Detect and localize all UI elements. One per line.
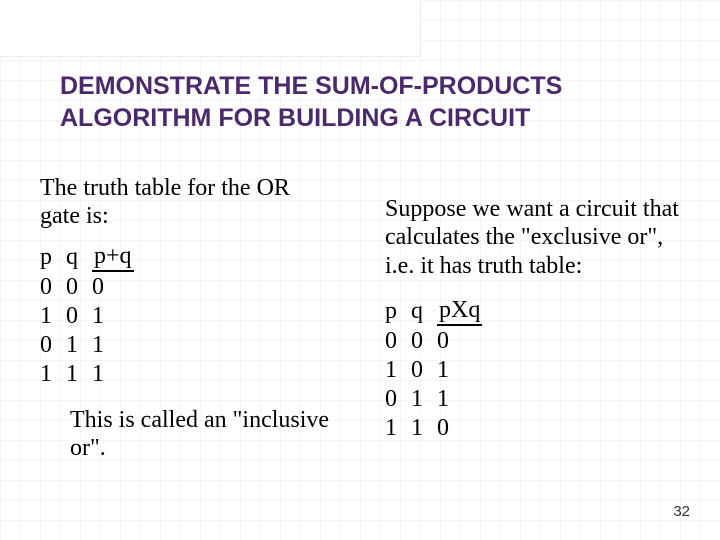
page-number: 32	[673, 503, 690, 520]
content-area: The truth table for the OR gate is: p q …	[40, 175, 680, 520]
table-row: 1 0 1	[385, 356, 496, 385]
col-header-out: pXq	[437, 296, 496, 327]
or-truth-table: p q p+q 0 0 0 1 0 1 0 1 1 1 1 1	[40, 242, 148, 389]
cell-p: 1	[385, 414, 411, 443]
cell-out: 1	[92, 331, 148, 360]
right-column: Suppose we want a circuit that calculate…	[385, 175, 680, 520]
cell-p: 1	[385, 356, 411, 385]
left-column: The truth table for the OR gate is: p q …	[40, 175, 335, 520]
table-header-row: p q pXq	[385, 296, 496, 327]
cell-q: 1	[66, 360, 92, 389]
cell-out: 0	[92, 273, 148, 302]
top-strip	[0, 0, 421, 57]
or-gate-intro: The truth table for the OR gate is:	[40, 175, 335, 230]
xor-truth-table: p q pXq 0 0 0 1 0 1 0 1 1	[385, 296, 496, 443]
table-row: 1 1 1	[40, 360, 148, 389]
cell-out: 0	[437, 327, 496, 356]
cell-q: 0	[411, 327, 437, 356]
cell-q: 0	[411, 356, 437, 385]
cell-q: 1	[66, 331, 92, 360]
col-header-q: q	[66, 242, 92, 273]
cell-q: 1	[411, 414, 437, 443]
cell-out: 0	[437, 414, 496, 443]
cell-out: 1	[437, 385, 496, 414]
col-header-p: p	[385, 296, 411, 327]
col-header-p: p	[40, 242, 66, 273]
cell-p: 0	[385, 327, 411, 356]
cell-q: 0	[66, 273, 92, 302]
cell-p: 0	[40, 273, 66, 302]
cell-p: 1	[40, 302, 66, 331]
cell-q: 1	[411, 385, 437, 414]
col-header-out: p+q	[92, 242, 148, 273]
table-row: 0 1 1	[40, 331, 148, 360]
cell-p: 0	[40, 331, 66, 360]
cell-p: 0	[385, 385, 411, 414]
col-header-q: q	[411, 296, 437, 327]
table-row: 0 0 0	[385, 327, 496, 356]
cell-q: 0	[66, 302, 92, 331]
cell-out: 1	[437, 356, 496, 385]
xor-intro: Suppose we want a circuit that calculate…	[385, 195, 680, 280]
cell-out: 1	[92, 302, 148, 331]
inclusive-or-note: This is called an "inclusive or".	[70, 407, 335, 462]
table-row: 1 1 0	[385, 414, 496, 443]
table-header-row: p q p+q	[40, 242, 148, 273]
cell-out: 1	[92, 360, 148, 389]
cell-p: 1	[40, 360, 66, 389]
table-row: 0 1 1	[385, 385, 496, 414]
table-row: 0 0 0	[40, 273, 148, 302]
slide-title: DEMONSTRATE THE SUM-OF-PRODUCTS ALGORITH…	[60, 70, 660, 134]
table-row: 1 0 1	[40, 302, 148, 331]
